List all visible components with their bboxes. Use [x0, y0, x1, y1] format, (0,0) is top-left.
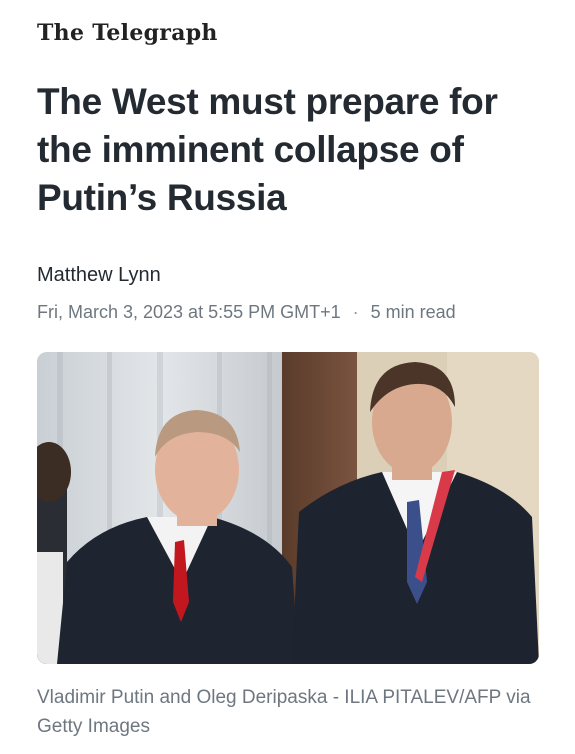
article-photo[interactable] — [37, 352, 539, 664]
read-time: 5 min read — [370, 302, 456, 322]
publisher-logo[interactable]: The Telegraph — [37, 20, 218, 46]
meta-separator: · — [352, 302, 359, 322]
photo-caption: Vladimir Putin and Oleg Deripaska - ILIA… — [37, 687, 531, 737]
author-name[interactable]: Matthew Lynn — [37, 264, 161, 287]
article-headline: The West must prepare for the imminent c… — [37, 81, 498, 218]
photo-illustration — [37, 352, 539, 664]
article-meta: Fri, March 3, 2023 at 5:55 PM GMT+1 · 5 … — [37, 302, 456, 323]
publish-date: Fri, March 3, 2023 at 5:55 PM GMT+1 — [37, 302, 341, 322]
